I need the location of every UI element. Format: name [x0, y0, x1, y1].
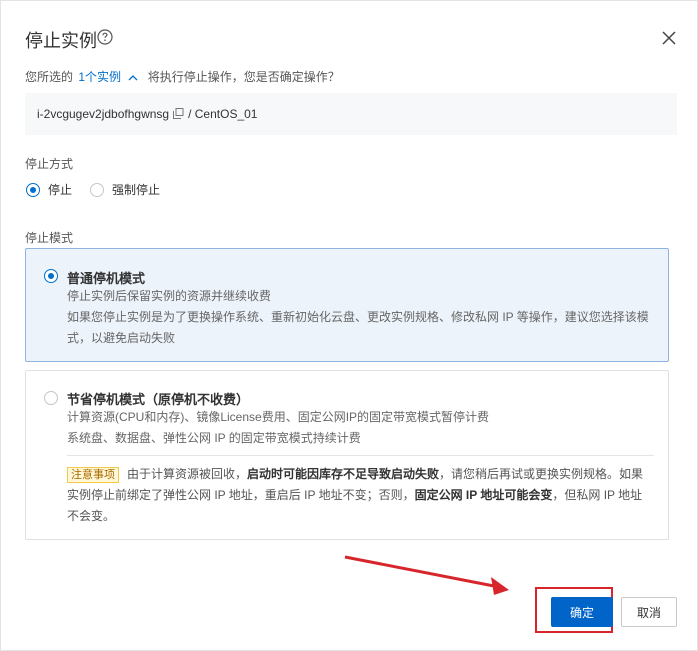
note-emphasis-2: 固定公网 IP 地址可能会变 [414, 488, 553, 502]
instance-row: i-2vcgugev2jdbofhgwnsg / CentOS_01 [37, 107, 257, 121]
note-text-1: 由于计算资源被回收， [127, 467, 248, 481]
prompt-suffix: 将执行停止操作，您是否确定操作？ [147, 70, 340, 84]
caution-note: 注意事项 由于计算资源被回收，启动时可能因库存不足导致启动失败，请您稍后再试或更换… [67, 464, 654, 527]
force-stop-option-label: 强制停止 [112, 183, 161, 197]
instance-id: i-2vcgugev2jdbofhgwnsg [37, 107, 170, 121]
note-badge: 注意事项 [67, 467, 119, 483]
selected-instances-link[interactable]: 1个实例 [78, 70, 121, 84]
normal-mode-desc: 停止实例后保留实例的资源并继续收费 如果您停止实例是为了更换操作系统、重新初始化… [67, 286, 652, 349]
economical-stop-mode-card[interactable]: 节省停机模式（原停机不收费） 计算资源(CPU和内存)、镜像License费用、… [25, 370, 669, 540]
normal-mode-radio[interactable] [44, 269, 58, 283]
dialog-title: 停止实例 [25, 31, 97, 51]
chevron-up-icon[interactable] [128, 74, 138, 82]
stop-option-force[interactable]: 强制停止 [90, 181, 160, 198]
close-icon[interactable] [661, 30, 677, 46]
economical-mode-desc: 计算资源(CPU和内存)、镜像License费用、固定公网IP的固定带宽模式暂停… [67, 407, 652, 449]
stop-option-normal[interactable]: 停止 [26, 181, 72, 198]
stop-instance-dialog: 停止实例 您所选的 1个实例 将执行停止操作，您是否确定操作？ i-2vcgug… [0, 0, 698, 651]
copy-icon[interactable] [173, 108, 184, 119]
economical-mode-title: 节省停机模式（原停机不收费） [67, 392, 250, 407]
note-divider [67, 455, 654, 456]
stop-radio[interactable] [26, 182, 40, 197]
prompt-prefix: 您所选的 [25, 70, 74, 84]
economical-mode-radio[interactable] [44, 391, 58, 405]
selected-instance-list: i-2vcgugev2jdbofhgwnsg / CentOS_01 [25, 93, 677, 135]
economical-mode-desc-2: 系统盘、数据盘、弹性公网 IP 的固定带宽模式持续计费 [67, 431, 361, 445]
economical-mode-desc-1: 计算资源(CPU和内存)、镜像License费用、固定公网IP的固定带宽模式暂停… [67, 410, 490, 424]
arrow-annotation-icon [344, 555, 509, 595]
normal-mode-desc-2: 如果您停止实例是为了更换操作系统、重新初始化云盘、更改实例规格、修改私网 IP … [67, 310, 649, 345]
stop-mode-label: 停止模式 [25, 231, 74, 245]
normal-stop-mode-card[interactable]: 普通停机模式 停止实例后保留实例的资源并继续收费 如果您停止实例是为了更换操作系… [25, 248, 669, 362]
stop-method-label: 停止方式 [25, 157, 74, 171]
confirm-prompt: 您所选的 1个实例 将执行停止操作，您是否确定操作？ [25, 68, 340, 85]
normal-mode-desc-1: 停止实例后保留实例的资源并继续收费 [67, 289, 272, 303]
note-emphasis-1: 启动时可能因库存不足导致启动失败 [247, 467, 440, 481]
normal-mode-title: 普通停机模式 [67, 271, 146, 286]
instance-name: / CentOS_01 [188, 107, 258, 121]
force-stop-radio[interactable] [90, 182, 104, 197]
cancel-button[interactable]: 取消 [621, 597, 677, 627]
help-circle-icon[interactable] [97, 29, 113, 45]
stop-option-label: 停止 [48, 183, 73, 197]
confirm-button[interactable]: 确定 [551, 597, 613, 627]
